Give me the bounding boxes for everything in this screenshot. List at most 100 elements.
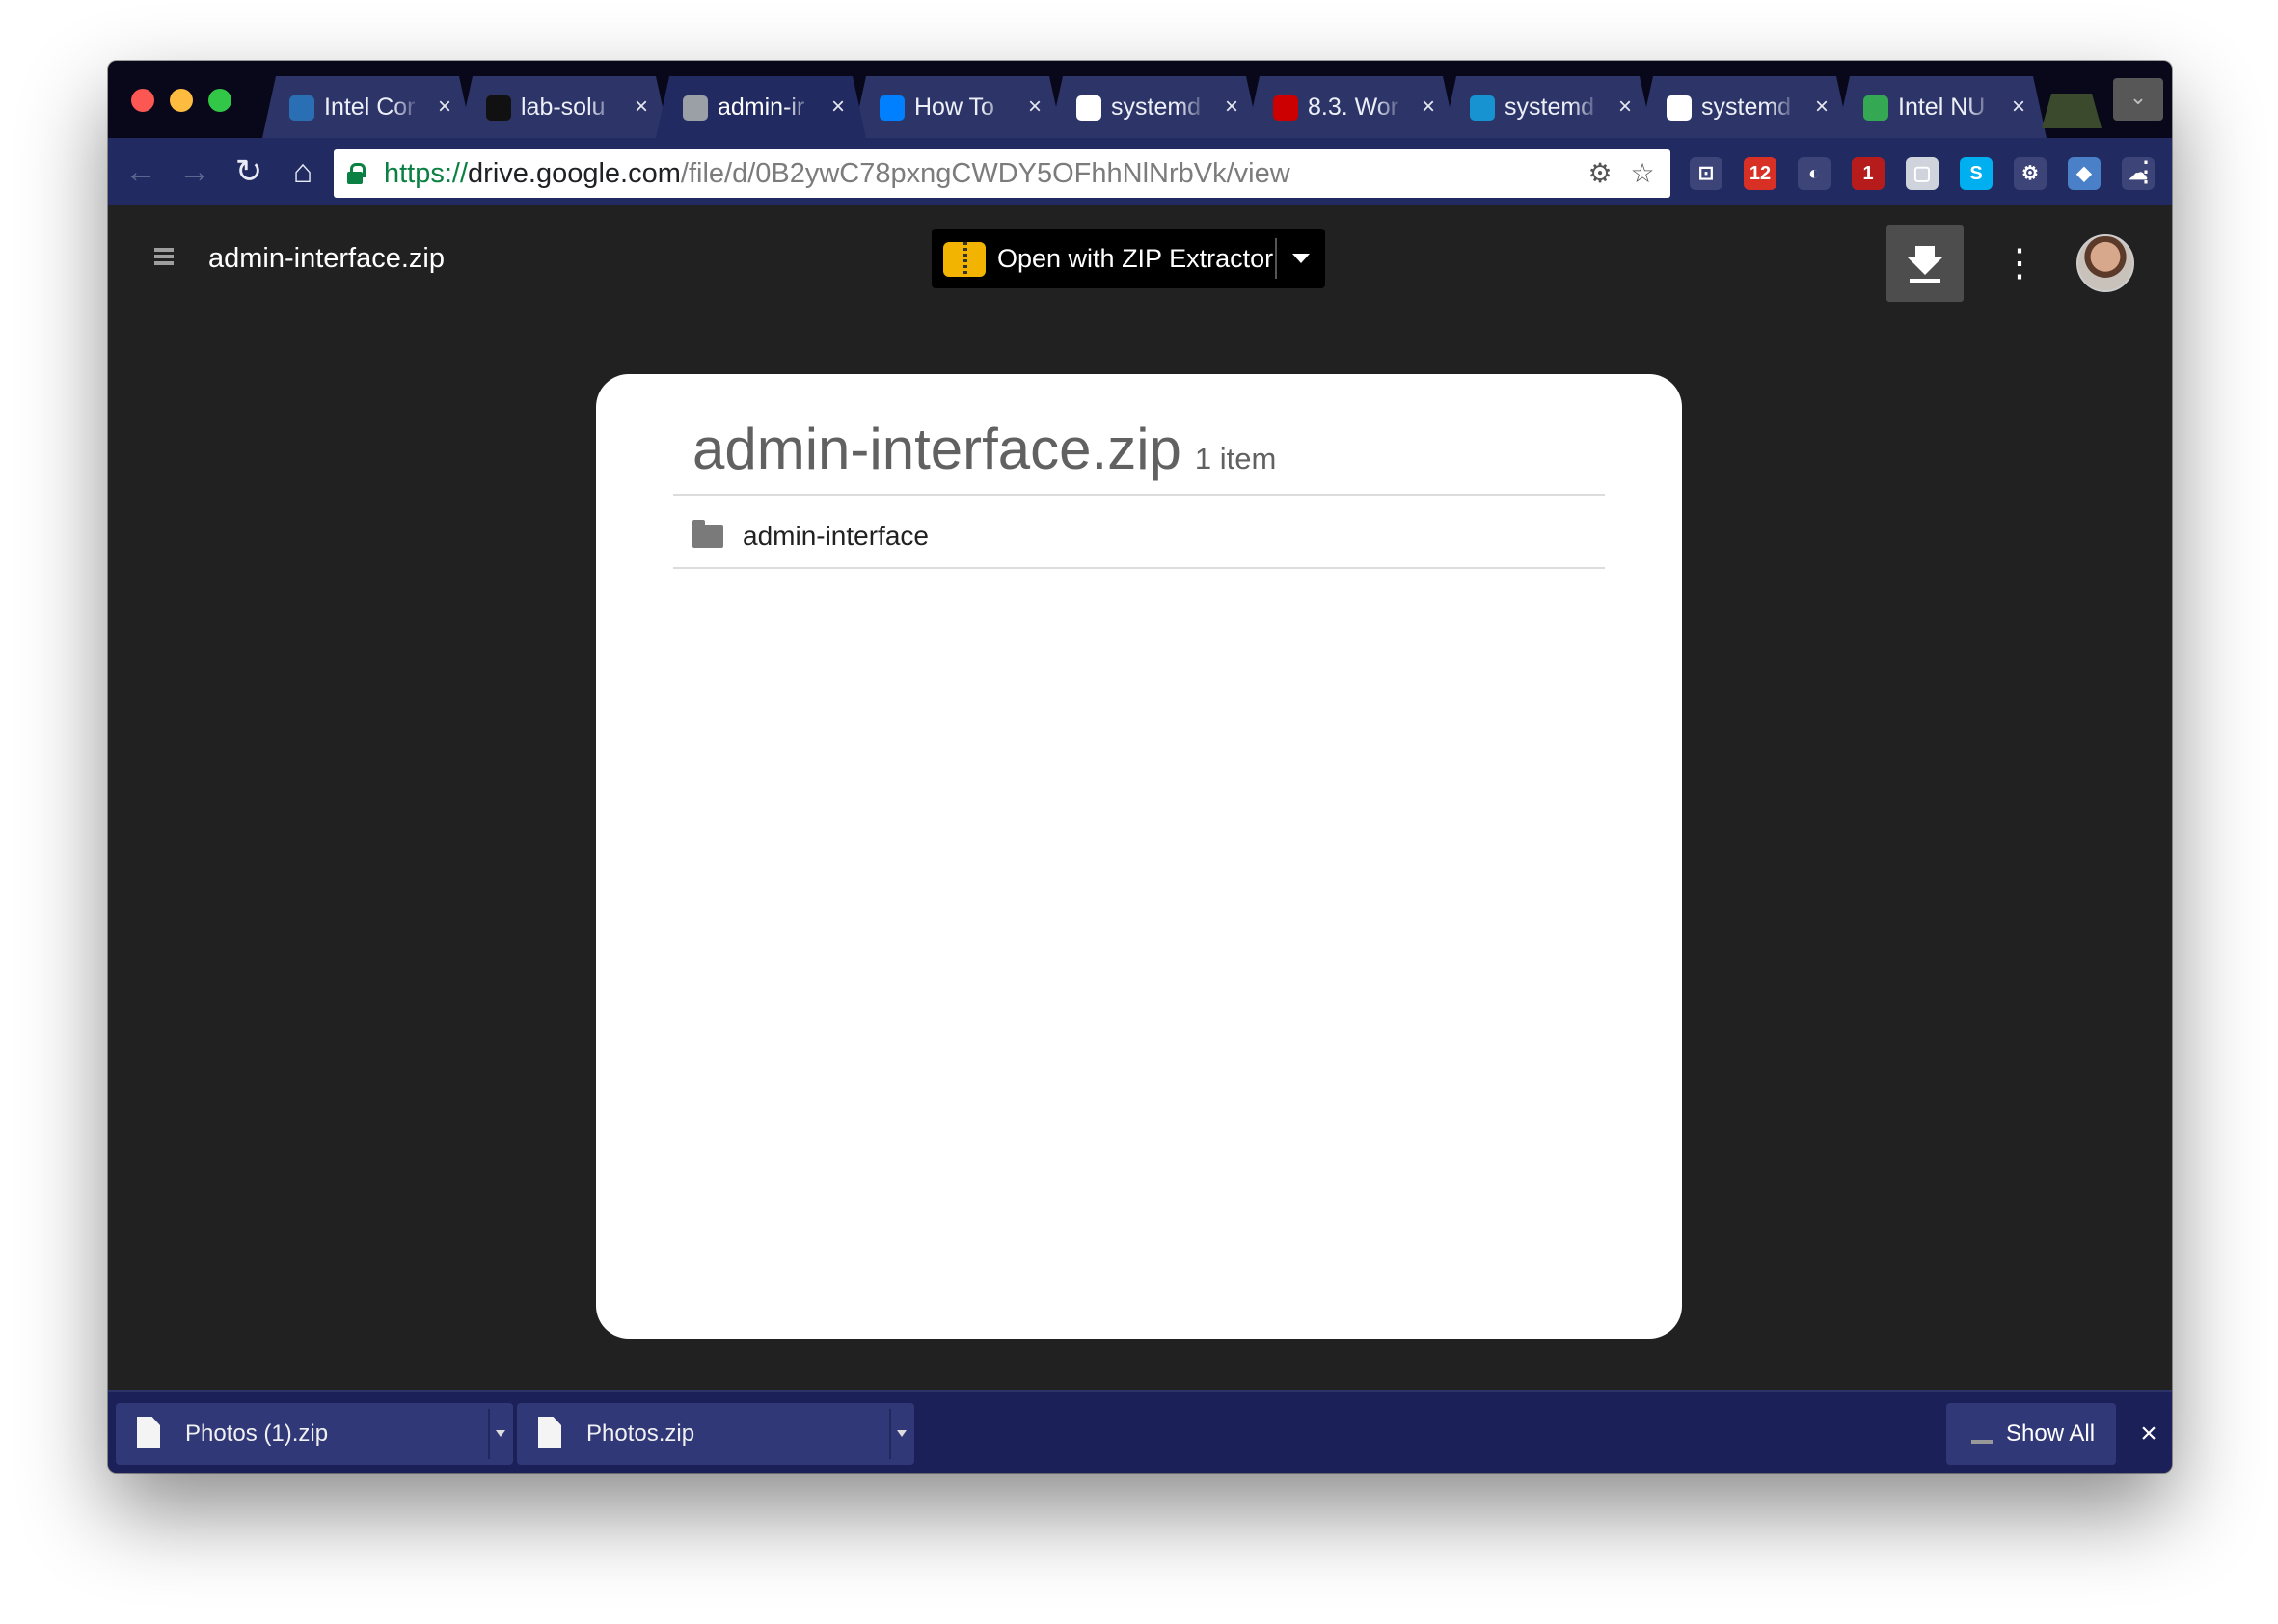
tab-close-icon[interactable]: × [1225,76,1238,138]
zip-preview-card: admin-interface.zip 1 item admin-interfac… [596,374,1682,1339]
download-button[interactable] [1886,225,1964,302]
skype-extension-icon[interactable]: S [1960,157,1993,190]
tab[interactable]: systemd × [1640,76,1850,138]
file-type-icon [154,248,174,271]
tab-close-icon[interactable]: × [635,76,648,138]
download-separator [889,1409,891,1459]
tab-close-icon[interactable]: × [1422,76,1435,138]
tab[interactable]: lab-solu × [459,76,669,138]
redhat-icon [1273,95,1298,121]
tab-title: systemd [1505,94,1595,121]
download-shelf: Photos (1).zip Photos.zip Show All × [108,1390,2172,1473]
tab-close-icon[interactable]: × [438,76,451,138]
button-divider [1275,238,1277,279]
tab-title: admin-ir [718,94,805,121]
cast-icon[interactable]: ⊡ [1690,157,1722,190]
open-with-dropdown-icon[interactable] [1292,254,1310,263]
profile-menu-button[interactable]: ⌄ [2113,78,2163,121]
digitalocean-icon [880,95,905,121]
tab-close-icon[interactable]: × [1618,76,1632,138]
tab-title: systemd [1701,94,1792,121]
tab[interactable]: Intel Cor × [262,76,473,138]
tab[interactable]: systemd × [1443,76,1653,138]
open-with-button[interactable]: Open with ZIP Extractor [932,229,1325,288]
download-name: Photos (1).zip [185,1421,329,1447]
avatar[interactable] [2076,234,2134,292]
tab-strip: Intel Cor × lab-solu × admin-ir × How To × syste… [108,61,2172,138]
show-all-downloads-button[interactable]: Show All [1946,1403,2116,1465]
drive-file-icon [683,95,708,121]
download-menu-icon[interactable] [496,1430,505,1437]
url-text[interactable]: https://drive.google.com/file/d/0B2ywC78… [384,149,1290,198]
tab-title: How To [914,94,994,121]
url-path: /file/d/0B2ywC78pxngCWDY5OFhhNlNrbVk/vie… [680,158,1290,189]
zip-extractor-icon [943,242,986,277]
url-scheme: https:// [384,158,469,189]
reload-button[interactable]: ↻ [230,138,268,205]
address-bar[interactable]: https://drive.google.com/file/d/0B2ywC78… [334,149,1670,198]
tab-title: lab-solu [521,94,606,121]
google-icon [1076,95,1101,121]
close-window-button[interactable] [131,89,154,112]
url-domain: drive.google.com [468,158,681,189]
settings-extension-icon[interactable]: ⚙ [2014,157,2047,190]
home-button[interactable]: ⌂ [284,138,322,205]
folder-name: admin-interface [743,521,929,551]
download-separator [488,1409,490,1459]
bookmark-star-icon[interactable]: ☆ [1626,157,1659,190]
download-menu-icon[interactable] [897,1430,907,1437]
divider [673,494,1605,496]
tab-close-icon[interactable]: × [2012,76,2025,138]
tab-close-icon[interactable]: × [831,76,845,138]
drive-viewer: admin-interface.zip Open with ZIP Extrac… [108,205,2172,1390]
ublock-icon[interactable]: 1 [1852,157,1885,190]
lock-icon [347,163,366,184]
divider [673,567,1605,569]
download-item[interactable]: Photos (1).zip [116,1403,513,1465]
calendar-extension-icon[interactable]: 12 [1744,157,1776,190]
list-item[interactable]: admin-interface [673,500,1605,573]
file-icon [538,1417,561,1448]
maximize-window-button[interactable] [208,89,231,112]
tab-title: 8.3. Wor [1308,94,1399,121]
tab-close-icon[interactable]: × [1815,76,1829,138]
github-icon [486,95,511,121]
notes-extension-icon[interactable]: ▢ [1906,157,1939,190]
tab-title: Intel Cor [324,94,416,121]
file-title: admin-interface.zip [208,243,445,274]
google-drive-icon [1863,95,1888,121]
file-icon [137,1417,160,1448]
forward-button[interactable]: → [176,138,214,205]
tab-title: Intel NU [1898,94,1986,121]
blocked-content-icon[interactable]: ⚙ [1584,157,1616,190]
zip-name: admin-interface.zip [692,417,1181,481]
close-shelf-button[interactable]: × [2131,1415,2166,1453]
zip-title: admin-interface.zip 1 item [692,411,1276,498]
tab[interactable]: admin-ir × [656,76,866,138]
document-icon [1667,95,1692,121]
folder-icon [692,520,723,548]
browser-toolbar: ← → ↻ ⌂ https://drive.google.com/file/d/… [108,138,2172,205]
download-bar [1910,279,1940,283]
new-tab-button[interactable] [2042,94,2102,128]
more-actions-button[interactable]: ⋮ [2000,229,2039,298]
tab[interactable]: Intel NU × [1836,76,2047,138]
archlinux-icon [1470,95,1495,121]
pocket-extension-icon[interactable]: ◆ [2068,157,2101,190]
tab-close-icon[interactable]: × [1028,76,1042,138]
tab[interactable]: How To × [853,76,1063,138]
download-arrow-icon [1908,246,1942,275]
download-name: Photos.zip [586,1421,695,1447]
browser-window: Intel Cor × lab-solu × admin-ir × How To × syste… [108,61,2172,1473]
tab[interactable]: 8.3. Wor × [1246,76,1456,138]
back-button[interactable]: ← [122,138,160,205]
chrome-menu-button[interactable]: ⋮ [2131,155,2160,190]
tab[interactable]: systemd × [1049,76,1260,138]
dark-reader-icon[interactable]: ◐ [1798,157,1831,190]
download-item[interactable]: Photos.zip [517,1403,914,1465]
item-count: 1 item [1194,442,1277,475]
minimize-window-button[interactable] [170,89,193,112]
intel-icon [289,95,314,121]
show-all-label: Show All [2006,1421,2096,1447]
tab-title: systemd [1111,94,1202,121]
